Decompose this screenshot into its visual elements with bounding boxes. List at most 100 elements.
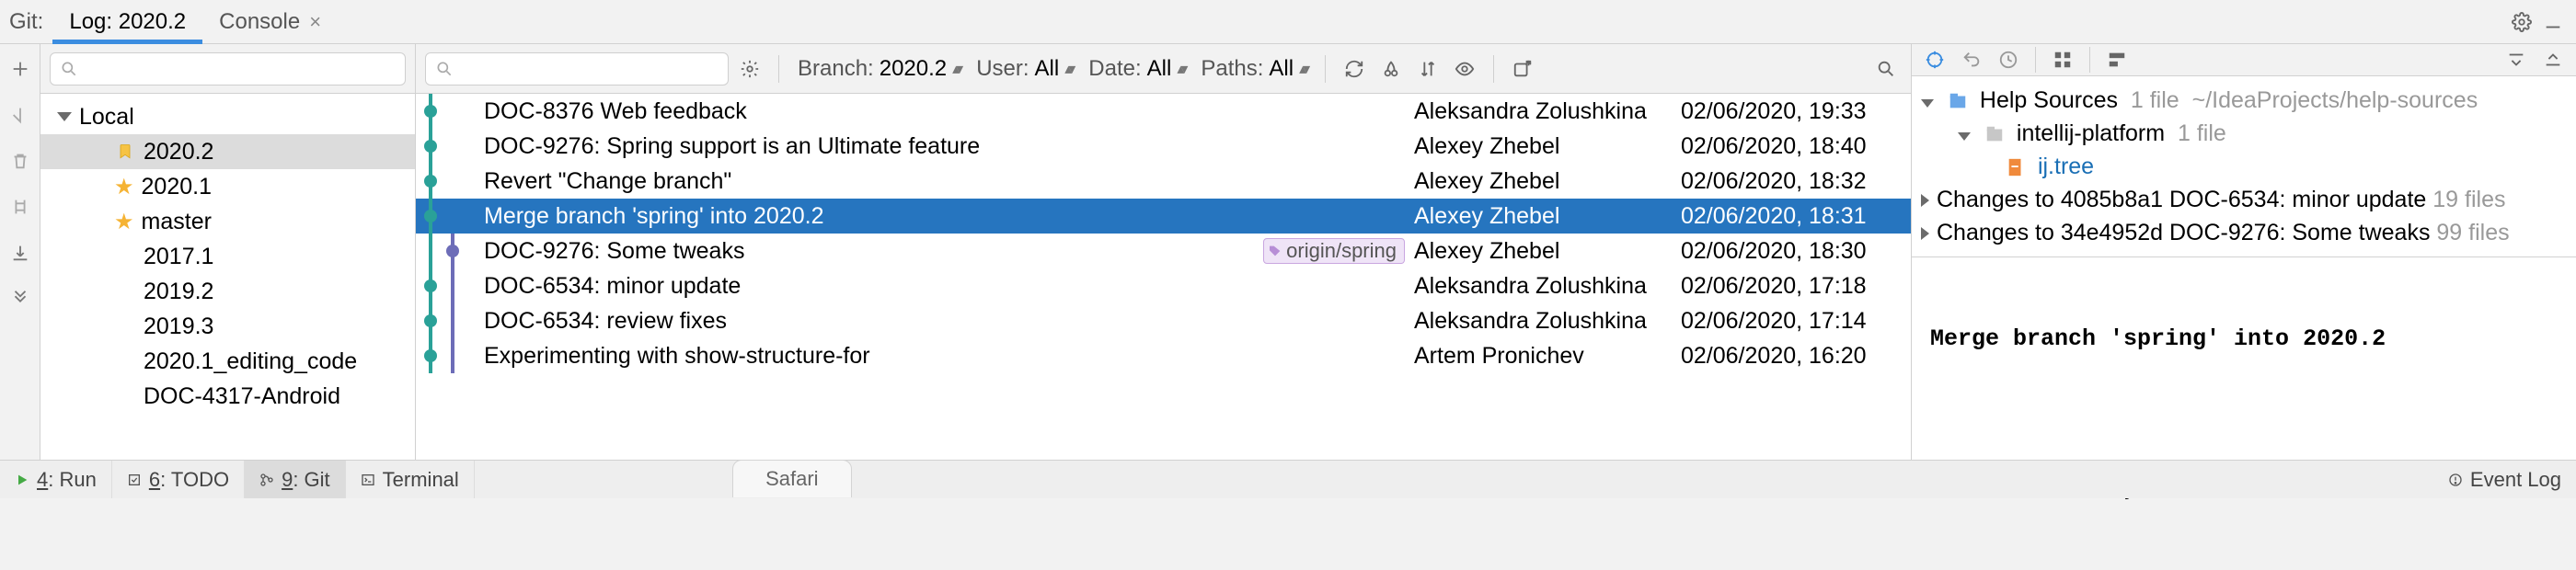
commit-author: Alexey Zhebel	[1414, 203, 1681, 230]
folder-icon	[1984, 124, 2010, 144]
commits-filterbar: Branch: 2020.2▴▾ User: All▴▾ Date: All▴▾…	[416, 44, 1911, 94]
branch-label: 2019.2	[144, 279, 213, 305]
branch-label: 2019.3	[144, 314, 213, 340]
safari-tab[interactable]: Safari	[732, 460, 852, 497]
bookmark-icon	[114, 141, 136, 163]
tree-file[interactable]: ij.tree	[1921, 150, 2567, 183]
commit-date: 02/06/2020, 17:14	[1681, 308, 1902, 335]
bottom-toolbar: 4: Run 6: TODO 9: Git Terminal Safari Ev…	[0, 460, 2576, 498]
branch-item[interactable]: 2019.2	[40, 274, 415, 309]
minimize-icon[interactable]	[2537, 6, 2569, 38]
branches-search-input[interactable]	[50, 52, 406, 86]
more-icon[interactable]	[5, 283, 36, 314]
branch-item[interactable]: ★ master	[40, 204, 415, 239]
star-icon: ★	[114, 209, 134, 235]
filter-paths[interactable]: Paths: All▴▾	[1195, 56, 1312, 82]
filter-user[interactable]: User: All▴▾	[971, 56, 1077, 82]
commit-author: Aleksandra Zolushkina	[1414, 98, 1681, 125]
compare-icon[interactable]	[5, 191, 36, 222]
commit-author: Aleksandra Zolushkina	[1414, 308, 1681, 335]
filter-date[interactable]: Date: All▴▾	[1083, 56, 1190, 82]
commit-message: DOC-9276: Some tweaks	[484, 238, 1263, 265]
expand-icon[interactable]	[2501, 44, 2532, 75]
commit-author: Artem Pronichev	[1414, 343, 1681, 370]
eye-icon[interactable]	[1449, 53, 1480, 85]
new-tab-icon[interactable]	[1507, 53, 1538, 85]
delete-icon[interactable]	[5, 145, 36, 177]
commit-row[interactable]: DOC-8376 Web feedbackAleksandra Zolushki…	[416, 94, 1911, 129]
fetch-icon[interactable]	[5, 237, 36, 268]
commit-author: Alexey Zhebel	[1414, 168, 1681, 195]
branch-label: DOC-4317-Android	[144, 383, 340, 410]
branches-search-row	[40, 44, 415, 94]
branch-label: 2017.1	[144, 244, 213, 270]
history-icon[interactable]	[1993, 44, 2024, 75]
commit-row[interactable]: Merge branch 'spring' into 2020.2Alexey …	[416, 199, 1911, 234]
checkout-icon[interactable]	[5, 99, 36, 131]
branch-item[interactable]: 2019.3	[40, 309, 415, 344]
changes-group[interactable]: Changes to 34e4952d DOC-9276: Some tweak…	[1921, 216, 2567, 249]
file-icon	[2006, 157, 2031, 177]
commit-date: 02/06/2020, 18:30	[1681, 238, 1902, 265]
filter-branch[interactable]: Branch: 2020.2▴▾	[792, 56, 965, 82]
branch-tag[interactable]: origin/spring	[1263, 238, 1405, 264]
filter-settings-icon[interactable]	[734, 53, 765, 85]
commit-row[interactable]: DOC-6534: minor updateAleksandra Zolushk…	[416, 268, 1911, 303]
git-toolwindow-button[interactable]: 9: Git	[245, 461, 346, 498]
toolwindow-header: Git: Log: 2020.2 Console ×	[0, 0, 2576, 44]
commit-row[interactable]: DOC-6534: review fixesAleksandra Zolushk…	[416, 303, 1911, 338]
tree-folder[interactable]: intellij-platform 1 file	[1921, 117, 2567, 150]
branch-label: 2020.1	[142, 174, 212, 200]
cherry-pick-icon[interactable]	[1375, 53, 1407, 85]
locate-icon[interactable]	[1919, 44, 1950, 75]
commit-message: DOC-8376 Web feedback	[484, 98, 1414, 125]
plus-icon[interactable]	[5, 53, 36, 85]
branches-tree: Local 2020.2 ★2020.1 ★ master 2017.1 2019.2 20…	[40, 94, 415, 460]
commits-panel: Branch: 2020.2▴▾ User: All▴▾ Date: All▴▾…	[416, 44, 1912, 460]
branch-label: 2020.2	[144, 139, 213, 165]
commit-row[interactable]: DOC-9276: Some tweaksorigin/springAlexey…	[416, 234, 1911, 268]
commit-message: Revert "Change branch"	[484, 168, 1414, 195]
commit-message: DOC-6534: review fixes	[484, 308, 1414, 335]
details-panel: Help Sources 1 file ~/IdeaProjects/help-…	[1912, 44, 2576, 460]
gear-icon[interactable]	[2506, 6, 2537, 38]
commit-row[interactable]: Revert "Change branch"Alexey Zhebel02/06…	[416, 164, 1911, 199]
details-toolbar	[1912, 44, 2576, 76]
commit-message: DOC-9276: Spring support is an Ultimate …	[484, 133, 1414, 160]
layout-icon[interactable]	[2101, 44, 2133, 75]
close-icon[interactable]: ×	[309, 10, 321, 34]
find-icon[interactable]	[1870, 53, 1902, 85]
changes-group[interactable]: Changes to 4085b8a1 DOC-6534: minor upda…	[1921, 183, 2567, 216]
commit-date: 02/06/2020, 19:33	[1681, 98, 1902, 125]
branches-root-label: Local	[79, 104, 134, 131]
commit-author: Aleksandra Zolushkina	[1414, 273, 1681, 300]
tree-root[interactable]: Help Sources 1 file ~/IdeaProjects/help-…	[1921, 84, 2567, 117]
commit-row[interactable]: Experimenting with show-structure-forArt…	[416, 338, 1911, 373]
terminal-toolwindow-button[interactable]: Terminal	[346, 461, 475, 498]
todo-toolwindow-button[interactable]: 6: TODO	[112, 461, 245, 498]
tab-log[interactable]: Log: 2020.2	[52, 0, 202, 43]
event-log-button[interactable]: Event Log	[2433, 461, 2576, 498]
sort-icon[interactable]	[1412, 53, 1443, 85]
branch-item[interactable]: ★2020.1	[40, 169, 415, 204]
commit-date: 02/06/2020, 18:40	[1681, 133, 1902, 160]
group-icon[interactable]	[2047, 44, 2078, 75]
changed-files-tree: Help Sources 1 file ~/IdeaProjects/help-…	[1912, 76, 2576, 257]
branch-label: master	[142, 209, 212, 235]
run-toolwindow-button[interactable]: 4: Run	[0, 461, 112, 498]
commit-row[interactable]: DOC-9276: Spring support is an Ultimate …	[416, 129, 1911, 164]
branch-item[interactable]: DOC-4317-Android	[40, 379, 415, 414]
tab-console-label: Console	[219, 9, 300, 35]
commit-list[interactable]: DOC-8376 Web feedbackAleksandra Zolushki…	[416, 94, 1911, 460]
branches-root[interactable]: Local	[40, 99, 415, 134]
undo-icon[interactable]	[1956, 44, 1987, 75]
branch-item[interactable]: 2020.2	[40, 134, 415, 169]
collapse-icon[interactable]	[2537, 44, 2569, 75]
tab-console[interactable]: Console ×	[202, 0, 338, 43]
commits-search-input[interactable]	[425, 52, 729, 86]
branch-item[interactable]: 2017.1	[40, 239, 415, 274]
refresh-icon[interactable]	[1339, 53, 1370, 85]
commit-message: DOC-6534: minor update	[484, 273, 1414, 300]
branch-item[interactable]: 2020.1_editing_code	[40, 344, 415, 379]
git-label: Git:	[0, 9, 52, 35]
